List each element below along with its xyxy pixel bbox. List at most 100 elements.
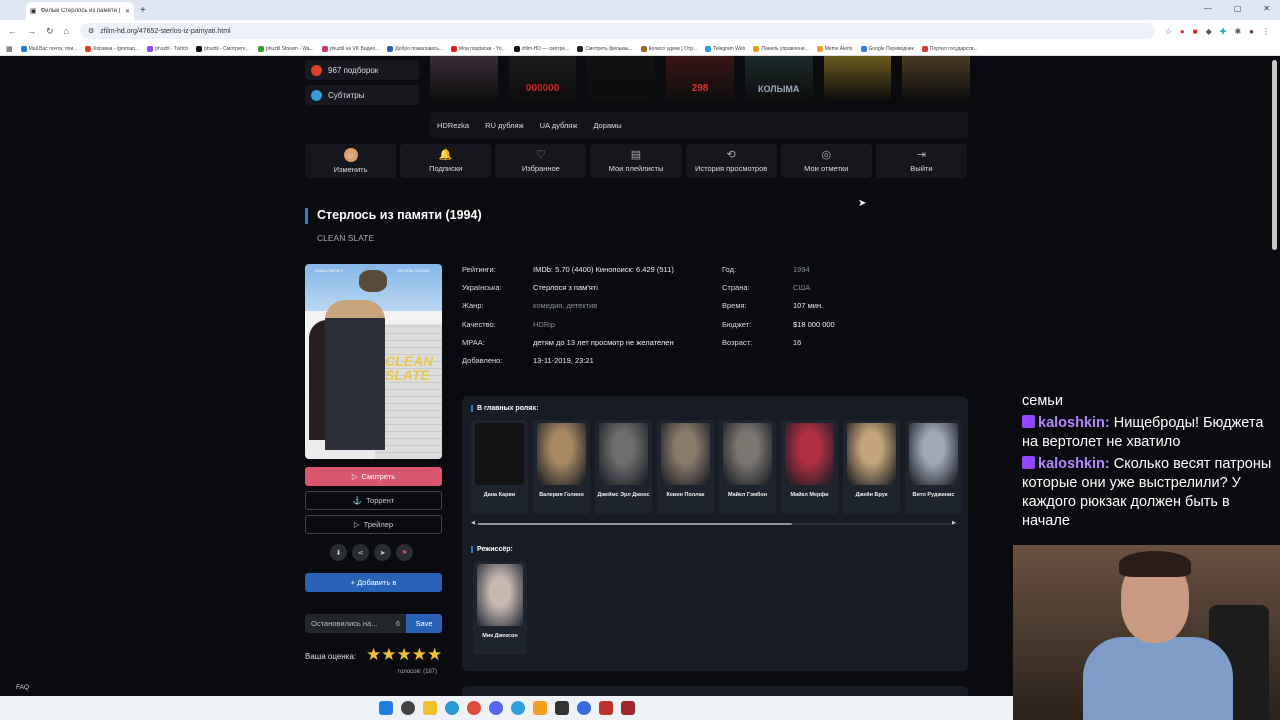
- actor-card[interactable]: Джейн Брук: [843, 420, 900, 514]
- page-scrollbar[interactable]: [1272, 60, 1277, 250]
- bookmark-item[interactable]: phuztil Stream - Wa...: [257, 45, 314, 52]
- top-poster[interactable]: 000000: [508, 56, 577, 100]
- report-flag-icon[interactable]: ⚑: [396, 544, 413, 561]
- scroll-left-icon[interactable]: ◀: [471, 520, 475, 526]
- sidebar-item-subtitles[interactable]: Субтитры: [305, 85, 419, 105]
- top-poster[interactable]: [823, 56, 892, 100]
- bookmark-item[interactable]: Meme Alerts: [816, 45, 853, 52]
- bookmark-item[interactable]: Портал государств...: [921, 45, 978, 52]
- cast-scrollbar[interactable]: [474, 523, 958, 525]
- bookmark-item[interactable]: Колесо удачи | Отр...: [640, 45, 697, 52]
- url-field[interactable]: ⚙ zfilm-hd.org/47652-sterlos-iz-pamyati.…: [80, 23, 1155, 39]
- profile-avatar[interactable]: ●: [1249, 27, 1254, 36]
- back-icon[interactable]: ←: [8, 26, 17, 37]
- puzzle-icon[interactable]: ✱: [1234, 27, 1241, 36]
- game-icon[interactable]: [598, 701, 613, 715]
- actor-card[interactable]: Дана Карви: [471, 420, 528, 514]
- info-value-link[interactable]: США: [793, 283, 810, 292]
- stopped-at-field[interactable]: Остановились на... 6: [305, 614, 406, 633]
- bookmark-item[interactable]: Mail.Вас почта, пои...: [20, 45, 77, 52]
- apps-grid-icon[interactable]: ▦: [6, 45, 13, 53]
- reload-icon[interactable]: ↻: [46, 26, 54, 37]
- bookmark-item[interactable]: phuztil - Twitch: [147, 45, 188, 52]
- download-icon[interactable]: ⬇: [330, 544, 347, 561]
- faq-link[interactable]: FAQ: [16, 684, 29, 691]
- telegram-icon[interactable]: [510, 701, 525, 715]
- bookmark-item[interactable]: Панель управлени...: [753, 45, 809, 52]
- info-value-link[interactable]: HDRip: [533, 320, 555, 329]
- actor-card[interactable]: Джеймс Эрл Джонс: [595, 420, 652, 514]
- director-card[interactable]: Мик Джексон: [473, 561, 527, 655]
- bookmark-item[interactable]: Мои подписки - Yo...: [451, 45, 506, 52]
- scroll-right-icon[interactable]: ▶: [952, 520, 956, 526]
- browser-tab[interactable]: ▣ Фильм Стерлось из памяти (1... ✕: [26, 2, 134, 20]
- bookmark-item[interactable]: Добро пожаловать...: [387, 45, 443, 52]
- bookmark-item[interactable]: Смотреть фильмы...: [577, 45, 633, 52]
- folder-icon[interactable]: [422, 701, 437, 715]
- save-button[interactable]: Save: [406, 614, 442, 633]
- top-poster[interactable]: КОЛЫМА: [744, 56, 813, 100]
- translation-tab[interactable]: HDRezka: [437, 121, 469, 130]
- actor-card[interactable]: Вито Руджинис: [905, 420, 962, 514]
- rating-stars[interactable]: ★★★★★: [366, 646, 442, 663]
- translation-tab[interactable]: UA дубляж: [540, 121, 578, 130]
- bookmark-star-icon[interactable]: ☆: [1165, 27, 1172, 36]
- store-icon[interactable]: [554, 701, 569, 715]
- cast-scrollbar-thumb[interactable]: [478, 523, 792, 525]
- close-tab-icon[interactable]: ✕: [125, 8, 130, 15]
- minimize-icon[interactable]: —: [1204, 4, 1212, 13]
- user-nav-heart[interactable]: ♡ Избранное: [495, 144, 587, 178]
- bookmark-item[interactable]: phuztil - Смотрите...: [196, 45, 250, 52]
- actor-card[interactable]: Майкл Мерфи: [781, 420, 838, 514]
- user-nav-playlist[interactable]: ▤ Мои плейлисты: [590, 144, 682, 178]
- user-nav-history[interactable]: ⟲ История просмотров: [685, 144, 777, 178]
- top-poster[interactable]: 298: [666, 56, 734, 100]
- extension-icon[interactable]: ✚: [1220, 27, 1227, 36]
- chrome-icon[interactable]: [466, 701, 481, 715]
- actor-card[interactable]: Кевин Поллак: [657, 420, 714, 514]
- top-poster[interactable]: [587, 56, 656, 100]
- film-poster[interactable]: DANA CARVEY VALERIA GOLINO CLEAN SLATE: [305, 264, 442, 459]
- bookmark-item[interactable]: phuztil на VK Видео...: [321, 45, 379, 52]
- user-nav-logout[interactable]: ⇥ Выйти: [875, 144, 967, 178]
- user-nav-bell[interactable]: 🔔 Подписки: [400, 144, 492, 178]
- user-nav-play-circle[interactable]: ◎ Мои отметки: [780, 144, 872, 178]
- start-icon[interactable]: [378, 701, 393, 715]
- bookmark-item[interactable]: Корзина - igroman...: [85, 45, 139, 52]
- menu-dots-icon[interactable]: ⋮: [1262, 27, 1270, 36]
- actor-card[interactable]: Валерия Голино: [533, 420, 590, 514]
- bookmark-item[interactable]: Google Переводчик: [860, 45, 914, 52]
- forward-icon[interactable]: →: [27, 26, 36, 37]
- top-poster[interactable]: [902, 56, 971, 100]
- messenger-icon[interactable]: [576, 701, 591, 715]
- watch-button[interactable]: ▷ Смотреть: [305, 467, 442, 486]
- telegram-icon[interactable]: ➤: [374, 544, 391, 561]
- extension-icon[interactable]: ■: [1193, 27, 1198, 36]
- info-value-link[interactable]: комедия, детектив: [533, 301, 597, 310]
- info-value-link[interactable]: 1994: [793, 265, 810, 274]
- discord-icon[interactable]: [488, 701, 503, 715]
- share-icon[interactable]: ⋖: [352, 544, 369, 561]
- torrent-button[interactable]: ⚓ Торрент: [305, 491, 442, 510]
- trailer-button[interactable]: ▷ Трейлер: [305, 515, 442, 534]
- sidebar-item-collections[interactable]: 967 подборок: [305, 60, 419, 80]
- translation-tab[interactable]: RU дубляж: [485, 121, 524, 130]
- actor-card[interactable]: Майкл Гэмбон: [719, 420, 776, 514]
- home-icon[interactable]: ⌂: [64, 26, 69, 37]
- extension-icon[interactable]: ●: [1180, 27, 1185, 36]
- lock-icon[interactable]: [532, 701, 547, 715]
- extension-icon[interactable]: ◆: [1206, 27, 1212, 36]
- add-to-button[interactable]: + Добавить в: [305, 573, 442, 592]
- site-info-icon[interactable]: ⚙: [88, 27, 94, 35]
- top-poster[interactable]: [430, 56, 498, 100]
- search-icon[interactable]: [400, 701, 415, 715]
- bookmark-item[interactable]: zfilm-HD — смотре...: [513, 45, 569, 52]
- user-nav-avatar[interactable]: ☺ Изменить: [305, 144, 397, 178]
- maximize-icon[interactable]: ▢: [1234, 4, 1242, 13]
- translation-tab[interactable]: Дорамы: [593, 121, 621, 130]
- obs-icon[interactable]: [620, 701, 635, 715]
- close-window-icon[interactable]: ✕: [1263, 4, 1270, 13]
- bookmark-item[interactable]: Telegram Web: [705, 45, 745, 52]
- edge-icon[interactable]: [444, 701, 459, 715]
- new-tab-button[interactable]: +: [140, 5, 146, 16]
